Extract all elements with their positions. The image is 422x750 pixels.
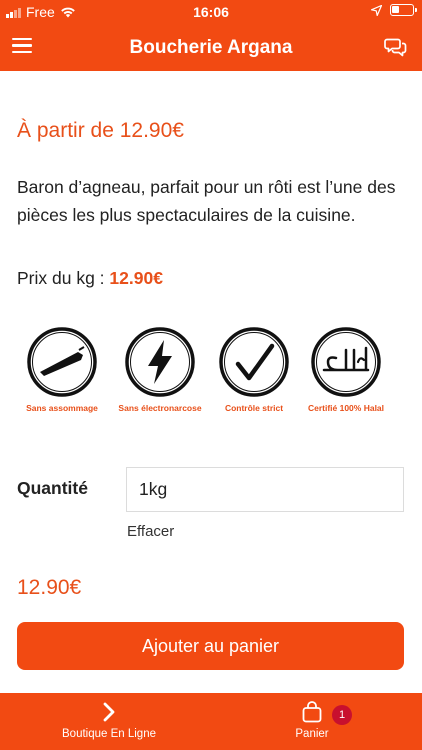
chat-bubbles-icon[interactable]	[384, 35, 408, 59]
price-per-kg: Prix du kg : 12.90€	[17, 268, 163, 289]
lightning-bolt-icon	[125, 327, 195, 397]
tab-bar: Boutique En Ligne 1 Panier	[0, 693, 422, 750]
badge-label: Contrôle strict	[224, 403, 284, 413]
location-arrow-icon	[371, 4, 382, 16]
cart-count-badge: 1	[332, 705, 352, 725]
tab-online-shop[interactable]: Boutique En Ligne	[44, 693, 174, 750]
tab-cart[interactable]: 1 Panier	[262, 693, 362, 750]
stun-gun-icon	[27, 327, 97, 397]
tab-cart-label: Panier	[295, 728, 329, 740]
badge-strict-control: Contrôle strict	[208, 326, 300, 413]
nav-bar: Boucherie Argana	[0, 24, 422, 71]
quality-badges: Sans assommage Sans électronarcose Contr…	[24, 326, 404, 426]
status-time: 16:06	[193, 4, 229, 20]
status-bar: Free 16:06	[0, 0, 422, 24]
badge-halal: Certifié 100% Halal	[300, 326, 392, 413]
add-to-cart-button[interactable]: Ajouter au panier	[17, 622, 404, 670]
quantity-label: Quantité	[17, 478, 88, 498]
price-from: À partir de 12.90€	[17, 119, 184, 142]
checkmark-icon	[219, 327, 289, 397]
price-per-kg-value: 12.90€	[109, 268, 163, 288]
badge-no-electronarcosis: Sans électronarcose	[114, 326, 206, 413]
battery-icon	[390, 4, 417, 16]
chevron-right-icon	[103, 702, 115, 722]
badge-label: Certifié 100% Halal	[307, 403, 385, 413]
product-description: Baron d’agneau, parfait pour un rôti est…	[17, 177, 396, 225]
halal-arabic-icon	[311, 327, 381, 397]
tab-online-shop-label: Boutique En Ligne	[62, 728, 156, 740]
badge-label: Sans électronarcose	[118, 403, 202, 413]
status-right	[371, 4, 417, 16]
page-title: Boucherie Argana	[129, 37, 293, 58]
total-price: 12.90€	[17, 576, 82, 599]
clear-quantity-link[interactable]: Effacer	[127, 523, 174, 540]
price-per-kg-label: Prix du kg :	[17, 268, 105, 288]
quantity-input[interactable]	[126, 467, 404, 512]
badge-no-stunning: Sans assommage	[16, 326, 108, 413]
shopping-bag-icon	[302, 701, 322, 723]
badge-label: Sans assommage	[26, 403, 98, 413]
